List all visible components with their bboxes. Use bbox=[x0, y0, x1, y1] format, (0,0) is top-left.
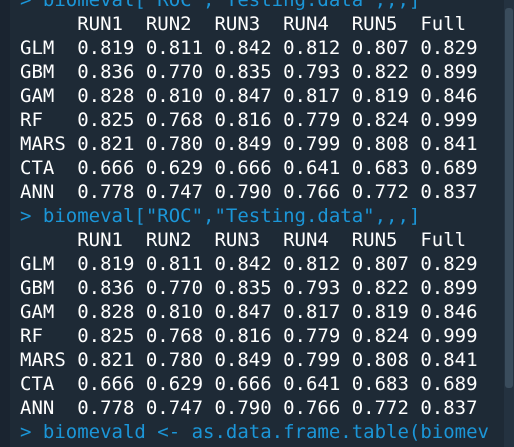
table-header: RUN1 RUN2 RUN3 RUN4 RUN5 Full bbox=[20, 13, 467, 35]
table-row: MARS 0.821 0.780 0.849 0.799 0.808 0.841 bbox=[20, 133, 478, 155]
command-line-partial: > biomevald <- as.data.frame.table(biome… bbox=[20, 421, 489, 443]
table-row: GAM 0.828 0.810 0.847 0.817 0.819 0.846 bbox=[20, 85, 478, 107]
table-row: GBM 0.836 0.770 0.835 0.793 0.822 0.899 bbox=[20, 277, 478, 299]
command-line: > biomeval["ROC","Testing.data",,,] bbox=[20, 205, 421, 227]
table-row: RF 0.825 0.768 0.816 0.779 0.824 0.999 bbox=[20, 109, 478, 131]
table-row: CTA 0.666 0.629 0.666 0.641 0.683 0.689 bbox=[20, 373, 478, 395]
table-row: RF 0.825 0.768 0.816 0.779 0.824 0.999 bbox=[20, 325, 478, 347]
console-gutter bbox=[0, 0, 10, 447]
table-row: GLM 0.819 0.811 0.842 0.812 0.807 0.829 bbox=[20, 253, 478, 275]
scrollbar-thumb[interactable] bbox=[505, 8, 513, 388]
console-output: > biomeval["ROC","Testing.data",,,] RUN1… bbox=[20, 0, 502, 444]
r-console[interactable]: > biomeval["ROC","Testing.data",,,] RUN1… bbox=[0, 0, 514, 447]
table-row: ANN 0.778 0.747 0.790 0.766 0.772 0.837 bbox=[20, 181, 478, 203]
output-table-2: RUN1 RUN2 RUN3 RUN4 RUN5 Full GLM 0.819 … bbox=[20, 228, 502, 420]
command-line: > biomeval["ROC","Testing.data",,,] bbox=[20, 0, 421, 11]
output-table-1: RUN1 RUN2 RUN3 RUN4 RUN5 Full GLM 0.819 … bbox=[20, 12, 502, 204]
table-row: CTA 0.666 0.629 0.666 0.641 0.683 0.689 bbox=[20, 157, 478, 179]
table-row: MARS 0.821 0.780 0.849 0.799 0.808 0.841 bbox=[20, 349, 478, 371]
table-row: GAM 0.828 0.810 0.847 0.817 0.819 0.846 bbox=[20, 301, 478, 323]
vertical-scrollbar[interactable] bbox=[504, 0, 514, 447]
table-row: ANN 0.778 0.747 0.790 0.766 0.772 0.837 bbox=[20, 397, 478, 419]
table-row: GBM 0.836 0.770 0.835 0.793 0.822 0.899 bbox=[20, 61, 478, 83]
table-row: GLM 0.819 0.811 0.842 0.812 0.807 0.829 bbox=[20, 37, 478, 59]
table-header: RUN1 RUN2 RUN3 RUN4 RUN5 Full bbox=[20, 229, 467, 251]
